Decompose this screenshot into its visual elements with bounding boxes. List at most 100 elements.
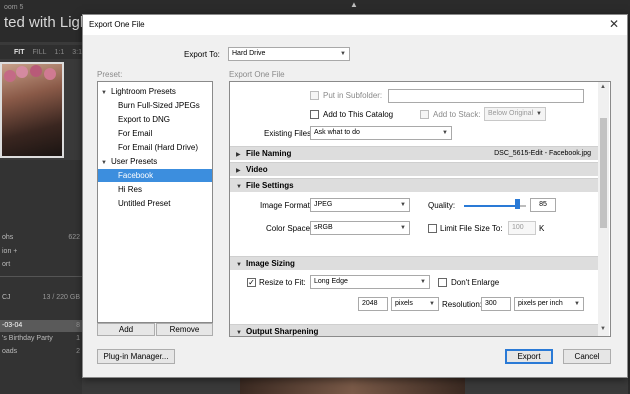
output-sharpening-section[interactable]: ▼ Output Sharpening bbox=[230, 324, 599, 336]
size-unit-value: pixels bbox=[395, 300, 413, 307]
add-to-stack-label: Add to Stack: bbox=[433, 110, 481, 119]
chevron-down-icon: ▼ bbox=[442, 130, 448, 136]
image-format-value: JPEG bbox=[314, 201, 333, 208]
image-format-select[interactable]: JPEG ▼ bbox=[310, 198, 410, 212]
dont-enlarge-checkbox[interactable] bbox=[438, 278, 447, 287]
catalog-row-label: ion + bbox=[2, 248, 18, 255]
divider bbox=[0, 276, 82, 277]
existing-files-label: Existing Files: bbox=[264, 129, 314, 138]
folder-row-count: 8 bbox=[76, 322, 80, 329]
size-unit-select[interactable]: pixels ▼ bbox=[391, 297, 439, 311]
limit-unit-label: K bbox=[539, 224, 545, 233]
scroll-down-icon[interactable]: ▼ bbox=[600, 326, 606, 332]
resolution-input[interactable]: 300 bbox=[481, 297, 511, 311]
preset-group-label: User Presets bbox=[111, 157, 158, 166]
export-button[interactable]: Export bbox=[505, 349, 553, 364]
cancel-button[interactable]: Cancel bbox=[563, 349, 611, 364]
catalog-row[interactable]: ort bbox=[0, 259, 82, 271]
limit-file-size-input[interactable]: 100 bbox=[508, 221, 536, 235]
folder-row-label: 's Birthday Party bbox=[2, 335, 53, 342]
preset-item[interactable]: For Email (Hard Drive) bbox=[98, 141, 212, 154]
preset-group-lightroom[interactable]: ▼ Lightroom Presets bbox=[98, 85, 212, 98]
color-space-label: Color Space: bbox=[266, 224, 313, 233]
file-naming-section[interactable]: ▶ File Naming DSC_5615-Edit - Facebook.jp… bbox=[230, 146, 599, 160]
zoom-3-1[interactable]: 3:1 bbox=[72, 49, 82, 56]
preset-list: ▼ Lightroom Presets Burn Full-Sized JPEGs… bbox=[97, 81, 213, 323]
scroll-up-icon[interactable]: ▲ bbox=[600, 84, 606, 90]
size-value-input[interactable]: 2048 bbox=[358, 297, 388, 311]
video-title: Video bbox=[246, 165, 268, 174]
quality-slider-thumb[interactable] bbox=[514, 199, 520, 209]
image-sizing-section[interactable]: ▼ Image Sizing bbox=[230, 256, 599, 270]
export-to-value: Hard Drive bbox=[232, 50, 266, 57]
export-settings-panel: Put in Subfolder: Add to This Catalog Ad… bbox=[229, 81, 611, 337]
catalog-row[interactable]: ohs 622 bbox=[0, 232, 82, 244]
preset-item[interactable]: Hi Res bbox=[98, 183, 212, 196]
preset-item-selected[interactable]: Facebook bbox=[98, 169, 212, 182]
folder-row-count: 1 bbox=[76, 335, 80, 342]
flower-decoration bbox=[44, 68, 56, 80]
put-in-subfolder-checkbox[interactable] bbox=[310, 91, 319, 100]
file-settings-title: File Settings bbox=[246, 181, 294, 190]
quality-slider-fill bbox=[464, 205, 517, 207]
folder-row[interactable]: -03-04 8 bbox=[0, 320, 82, 332]
collapse-triangle-icon: ▼ bbox=[236, 184, 242, 190]
existing-files-select[interactable]: Ask what to do ▼ bbox=[310, 126, 452, 140]
add-to-stack-checkbox[interactable] bbox=[420, 110, 429, 119]
preset-group-user[interactable]: ▼ User Presets bbox=[98, 155, 212, 168]
preset-item[interactable]: Burn Full-Sized JPEGs bbox=[98, 99, 212, 112]
flower-decoration bbox=[4, 70, 16, 82]
export-to-label: Export To: bbox=[184, 50, 220, 59]
folder-row[interactable]: oads 2 bbox=[0, 346, 82, 358]
preset-group-label: Lightroom Presets bbox=[111, 87, 176, 96]
catalog-row-label: ort bbox=[2, 261, 11, 268]
catalog-row-label: ohs bbox=[2, 234, 14, 241]
folder-row-label: CJ bbox=[2, 294, 11, 301]
add-to-catalog-label: Add to This Catalog bbox=[323, 110, 394, 119]
chevron-down-icon: ▼ bbox=[429, 301, 435, 307]
collapse-triangle-icon: ▼ bbox=[236, 330, 242, 336]
preset-item[interactable]: For Email bbox=[98, 127, 212, 140]
folder-row-label: -03-04 bbox=[2, 322, 23, 329]
add-preset-button[interactable]: Add bbox=[97, 323, 155, 336]
folder-row[interactable]: CJ 13 / 220 GB bbox=[0, 292, 82, 304]
quality-input[interactable]: 85 bbox=[530, 198, 556, 212]
color-space-select[interactable]: sRGB ▼ bbox=[310, 221, 410, 235]
plugin-manager-button[interactable]: Plug-in Manager... bbox=[97, 349, 175, 364]
scrollbar-thumb[interactable] bbox=[600, 118, 607, 228]
limit-file-size-checkbox[interactable] bbox=[428, 224, 437, 233]
resize-to-fit-label: Resize to Fit: bbox=[259, 278, 306, 287]
stack-position-select[interactable]: Below Original ▼ bbox=[484, 107, 546, 121]
remove-preset-button[interactable]: Remove bbox=[156, 323, 213, 336]
file-settings-section[interactable]: ▼ File Settings bbox=[230, 178, 599, 192]
panel-toggle-icon[interactable]: ▲ bbox=[350, 0, 358, 9]
resize-mode-select[interactable]: Long Edge ▼ bbox=[310, 275, 430, 289]
chevron-down-icon: ▼ bbox=[400, 202, 406, 208]
existing-files-value: Ask what to do bbox=[314, 129, 360, 136]
folder-row[interactable]: 's Birthday Party 1 bbox=[0, 333, 82, 345]
preset-item[interactable]: Untitled Preset bbox=[98, 197, 212, 210]
dialog-title: Export One File bbox=[89, 20, 145, 29]
chevron-down-icon: ▼ bbox=[574, 301, 580, 307]
folder-row-count: 2 bbox=[76, 348, 80, 355]
preset-item[interactable]: Export to DNG bbox=[98, 113, 212, 126]
zoom-1-1[interactable]: 1:1 bbox=[55, 49, 65, 56]
quality-label: Quality: bbox=[428, 201, 456, 210]
export-to-select[interactable]: Hard Drive ▼ bbox=[228, 47, 350, 61]
settings-scrollbar[interactable]: ▲ ▼ bbox=[598, 82, 609, 336]
video-section[interactable]: ▶ Video bbox=[230, 162, 599, 176]
resolution-unit-select[interactable]: pixels per inch ▼ bbox=[514, 297, 584, 311]
add-to-catalog-checkbox[interactable] bbox=[310, 110, 319, 119]
catalog-row[interactable]: ion + bbox=[0, 246, 82, 258]
limit-file-size-label: Limit File Size To: bbox=[440, 224, 503, 233]
zoom-fit[interactable]: FIT bbox=[14, 49, 25, 56]
app-version-label: oom 5 bbox=[4, 4, 24, 11]
resize-to-fit-checkbox[interactable]: ✓ bbox=[247, 278, 256, 287]
subfolder-input[interactable] bbox=[388, 89, 584, 103]
export-dialog: Export One File ✕ Export To: Hard Drive … bbox=[82, 14, 628, 378]
zoom-fill[interactable]: FILL bbox=[33, 49, 47, 56]
preset-label: Preset: bbox=[97, 70, 123, 79]
close-icon[interactable]: ✕ bbox=[609, 17, 619, 31]
catalog-row-count: 622 bbox=[68, 234, 80, 241]
image-format-label: Image Format: bbox=[260, 201, 313, 210]
